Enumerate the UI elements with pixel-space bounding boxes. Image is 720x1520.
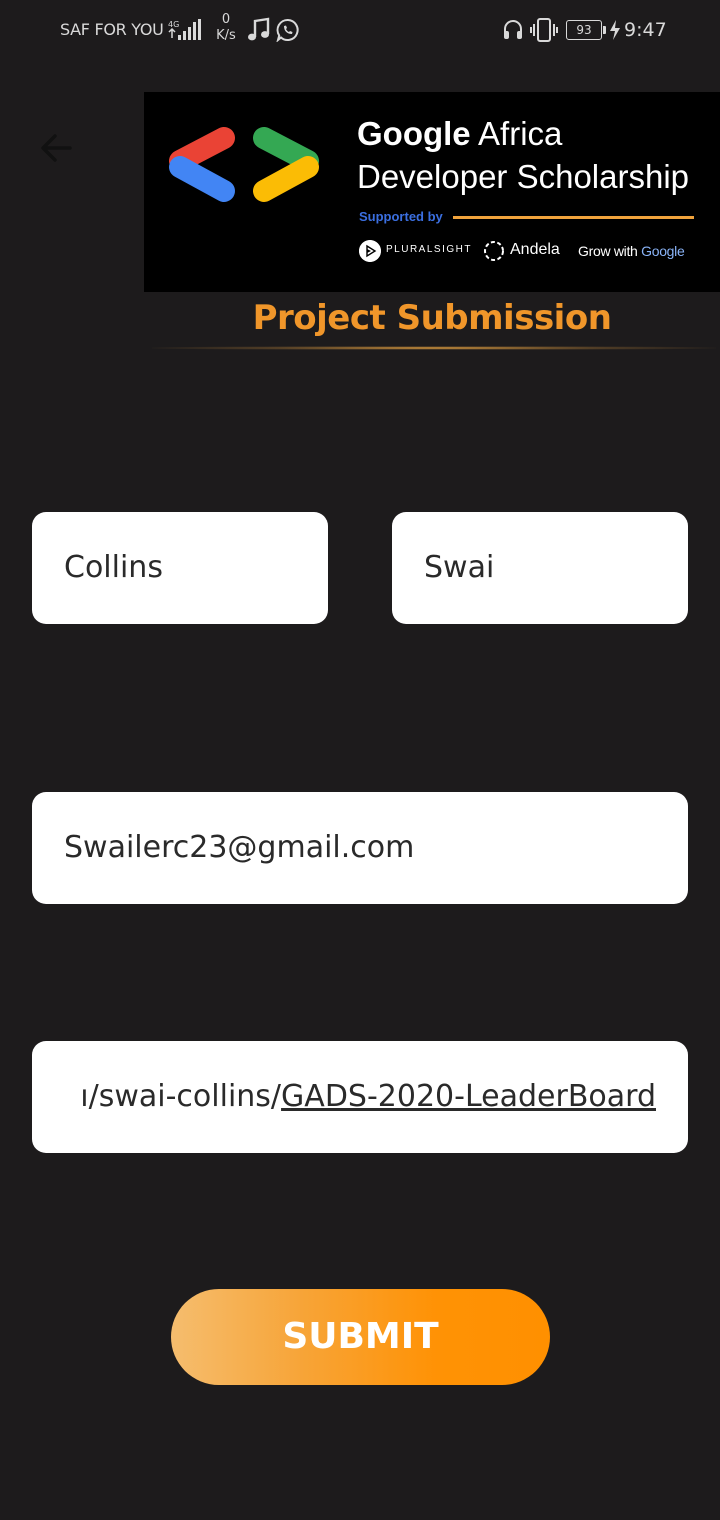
project-link-value: ı/swai-collins/GADS-2020-LeaderBoard (80, 1041, 656, 1153)
project-link-underlined: GADS-2020-LeaderBoard (281, 1079, 656, 1114)
email-value: Swailerc23@gmail.com (64, 830, 415, 865)
page-title: Project Submission (252, 298, 612, 338)
banner-title-line2: Developer Scholarship (357, 158, 690, 195)
google-developers-logo (169, 127, 319, 202)
andela-logo (484, 241, 504, 261)
vibrate-icon (530, 18, 558, 42)
whatsapp-icon (276, 19, 299, 42)
supported-by-label: Supported by (359, 209, 443, 224)
first-name-field[interactable]: Collins (32, 512, 328, 624)
network-type-label: 4G (168, 20, 179, 29)
carrier-label: SAF FOR YOU (60, 20, 164, 39)
title-underline (152, 346, 716, 350)
battery-icon: 93 (566, 20, 608, 40)
headset-icon (504, 20, 522, 39)
project-link-field[interactable]: ı/swai-collins/GADS-2020-LeaderBoard (32, 1041, 688, 1153)
supported-by-divider (453, 216, 694, 219)
andela-label: Andela (510, 241, 560, 258)
charging-bolt-icon (610, 20, 620, 40)
speed-unit: K/s (216, 28, 236, 43)
last-name-field[interactable]: Swai (392, 512, 688, 624)
last-name-value: Swai (424, 550, 495, 585)
battery-level: 93 (566, 20, 602, 40)
project-link-plain: ı/swai-collins/ (80, 1079, 282, 1114)
google-wordmark: Google (641, 243, 685, 259)
speed-value: 0 (221, 12, 231, 27)
first-name-value: Collins (64, 550, 163, 585)
banner-title-bold: Google (357, 115, 471, 152)
status-bar: SAF FOR YOU 4G 0 K/s 93 9:47 (0, 0, 720, 62)
clock: 9:47 (624, 19, 667, 41)
network-speed: 0 K/s (212, 12, 240, 44)
arrow-left-icon[interactable] (36, 128, 76, 168)
pluralsight-logo (359, 240, 381, 262)
banner-title-rest: Africa (470, 115, 563, 152)
signal-icon: 4G (168, 19, 201, 40)
pluralsight-label: PLURALSIGHT (386, 244, 472, 255)
music-note-icon (248, 17, 270, 41)
email-field[interactable]: Swailerc23@gmail.com (32, 792, 688, 904)
submit-button[interactable]: SUBMIT (171, 1289, 550, 1385)
grow-with-prefix: Grow with (578, 243, 642, 259)
battery-cap (603, 26, 606, 34)
grow-with-google-label: Grow with Google (578, 243, 685, 259)
scholarship-banner: Google Africa Developer Scholarship Supp… (144, 92, 720, 292)
banner-title: Google Africa Developer Scholarship (357, 112, 689, 198)
